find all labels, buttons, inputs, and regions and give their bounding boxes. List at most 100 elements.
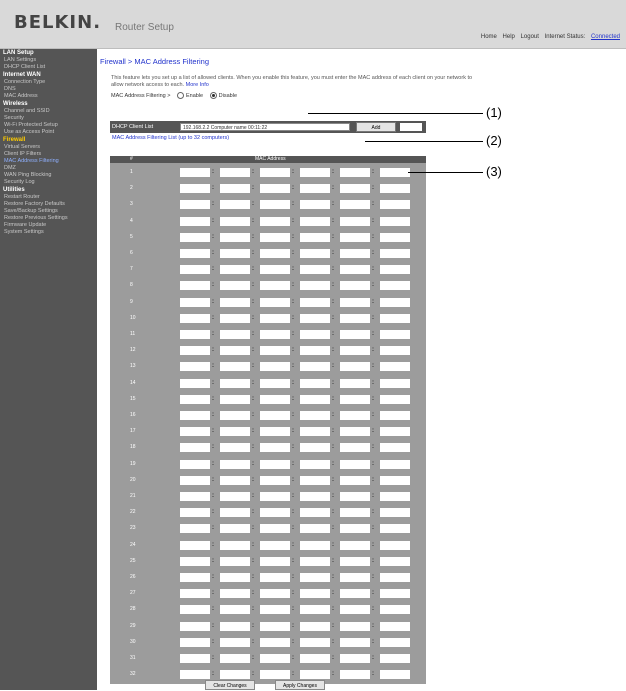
mac-octet-input[interactable] bbox=[380, 443, 410, 453]
mac-octet-input[interactable] bbox=[340, 281, 370, 291]
sidebar-item[interactable]: Security Log bbox=[0, 179, 97, 186]
mac-octet-input[interactable] bbox=[340, 492, 370, 501]
mac-octet-input[interactable] bbox=[340, 346, 370, 356]
mac-octet-input[interactable] bbox=[340, 330, 370, 339]
sidebar-item[interactable]: Channel and SSID bbox=[0, 108, 97, 115]
mac-octet-input[interactable] bbox=[300, 265, 330, 275]
mac-octet-input[interactable] bbox=[260, 297, 290, 307]
mac-octet-input[interactable] bbox=[220, 362, 250, 372]
mac-octet-input[interactable] bbox=[380, 378, 410, 388]
mac-octet-input[interactable] bbox=[180, 249, 210, 258]
mac-octet-input[interactable] bbox=[180, 475, 210, 485]
mac-octet-input[interactable] bbox=[340, 621, 370, 631]
sidebar-item[interactable]: Restart Router bbox=[0, 194, 97, 201]
mac-octet-input[interactable] bbox=[180, 427, 210, 437]
mac-octet-input[interactable] bbox=[300, 670, 330, 680]
mac-octet-input[interactable] bbox=[220, 200, 250, 210]
mac-octet-input[interactable] bbox=[300, 556, 330, 566]
mac-octet-input[interactable] bbox=[260, 168, 290, 177]
sidebar-item[interactable]: Virtual Servers bbox=[0, 144, 97, 151]
mac-octet-input[interactable] bbox=[180, 492, 210, 501]
mac-octet-input[interactable] bbox=[180, 621, 210, 631]
mac-octet-input[interactable] bbox=[300, 200, 330, 210]
mac-octet-input[interactable] bbox=[340, 475, 370, 485]
mac-octet-input[interactable] bbox=[180, 589, 210, 599]
mac-octet-input[interactable] bbox=[220, 524, 250, 534]
mac-octet-input[interactable] bbox=[300, 427, 330, 437]
sidebar-item[interactable]: Client IP Filters bbox=[0, 151, 97, 158]
mac-octet-input[interactable] bbox=[300, 492, 330, 501]
mac-octet-input[interactable] bbox=[180, 524, 210, 534]
sidebar-item[interactable]: DHCP Client List bbox=[0, 64, 97, 71]
mac-octet-input[interactable] bbox=[340, 184, 370, 194]
enable-radio[interactable] bbox=[176, 92, 184, 99]
mac-octet-input[interactable] bbox=[340, 670, 370, 680]
mac-octet-input[interactable] bbox=[300, 524, 330, 534]
mac-octet-input[interactable] bbox=[180, 411, 210, 420]
sidebar-item[interactable]: Wi-Fi Protected Setup bbox=[0, 122, 97, 129]
mac-octet-input[interactable] bbox=[180, 297, 210, 307]
mac-octet-input[interactable] bbox=[220, 265, 250, 275]
mac-octet-input[interactable] bbox=[340, 232, 370, 242]
mac-octet-input[interactable] bbox=[260, 637, 290, 647]
mac-octet-input[interactable] bbox=[340, 216, 370, 226]
mac-octet-input[interactable] bbox=[380, 475, 410, 485]
mac-octet-input[interactable] bbox=[220, 411, 250, 420]
mac-octet-input[interactable] bbox=[340, 605, 370, 615]
mac-octet-input[interactable] bbox=[220, 249, 250, 258]
mac-octet-input[interactable] bbox=[300, 605, 330, 615]
mac-octet-input[interactable] bbox=[380, 200, 410, 210]
mac-octet-input[interactable] bbox=[340, 362, 370, 372]
mac-octet-input[interactable] bbox=[220, 540, 250, 550]
mac-octet-input[interactable] bbox=[380, 362, 410, 372]
mac-octet-input[interactable] bbox=[300, 378, 330, 388]
mac-octet-input[interactable] bbox=[300, 313, 330, 323]
sidebar-item[interactable]: MAC Address bbox=[0, 93, 97, 100]
mac-octet-input[interactable] bbox=[180, 168, 210, 177]
mac-octet-input[interactable] bbox=[340, 637, 370, 647]
mac-octet-input[interactable] bbox=[260, 394, 290, 404]
mac-octet-input[interactable] bbox=[380, 330, 410, 339]
sidebar-item[interactable]: Restore Factory Defaults bbox=[0, 201, 97, 208]
mac-octet-input[interactable] bbox=[260, 362, 290, 372]
mac-octet-input[interactable] bbox=[220, 232, 250, 242]
help-link[interactable]: Help bbox=[503, 34, 515, 40]
mac-octet-input[interactable] bbox=[180, 670, 210, 680]
mac-octet-input[interactable] bbox=[180, 200, 210, 210]
sidebar-item[interactable]: System Settings bbox=[0, 229, 97, 236]
mac-octet-input[interactable] bbox=[180, 346, 210, 356]
mac-octet-input[interactable] bbox=[380, 459, 410, 469]
mac-octet-input[interactable] bbox=[380, 249, 410, 258]
mac-octet-input[interactable] bbox=[220, 427, 250, 437]
sidebar-item[interactable]: Security bbox=[0, 115, 97, 122]
mac-octet-input[interactable] bbox=[300, 346, 330, 356]
mac-octet-input[interactable] bbox=[340, 556, 370, 566]
clear-changes-button[interactable]: Clear Changes bbox=[205, 680, 255, 690]
more-info-link[interactable]: More Info bbox=[186, 82, 209, 88]
mac-octet-input[interactable] bbox=[260, 670, 290, 680]
mac-octet-input[interactable] bbox=[220, 313, 250, 323]
mac-octet-input[interactable] bbox=[220, 508, 250, 518]
mac-octet-input[interactable] bbox=[260, 540, 290, 550]
apply-changes-button[interactable]: Apply Changes bbox=[275, 680, 325, 690]
sidebar-item[interactable]: Connection Type bbox=[0, 79, 97, 86]
mac-octet-input[interactable] bbox=[260, 475, 290, 485]
mac-octet-input[interactable] bbox=[260, 605, 290, 615]
mac-octet-input[interactable] bbox=[260, 589, 290, 599]
dhcp-client-select[interactable]: 192.168.2.2 Computer name 00:11:22 bbox=[180, 123, 350, 131]
home-link[interactable]: Home bbox=[481, 34, 497, 40]
mac-octet-input[interactable] bbox=[260, 200, 290, 210]
sidebar-item[interactable]: Firmware Update bbox=[0, 222, 97, 229]
mac-octet-input[interactable] bbox=[260, 184, 290, 194]
mac-octet-input[interactable] bbox=[380, 670, 410, 680]
disable-radio[interactable] bbox=[209, 92, 217, 99]
mac-octet-input[interactable] bbox=[260, 427, 290, 437]
mac-octet-input[interactable] bbox=[260, 411, 290, 420]
mac-octet-input[interactable] bbox=[380, 540, 410, 550]
mac-octet-input[interactable] bbox=[300, 475, 330, 485]
mac-octet-input[interactable] bbox=[300, 637, 330, 647]
mac-octet-input[interactable] bbox=[180, 378, 210, 388]
mac-octet-input[interactable] bbox=[220, 556, 250, 566]
mac-octet-input[interactable] bbox=[180, 637, 210, 647]
mac-octet-input[interactable] bbox=[340, 524, 370, 534]
